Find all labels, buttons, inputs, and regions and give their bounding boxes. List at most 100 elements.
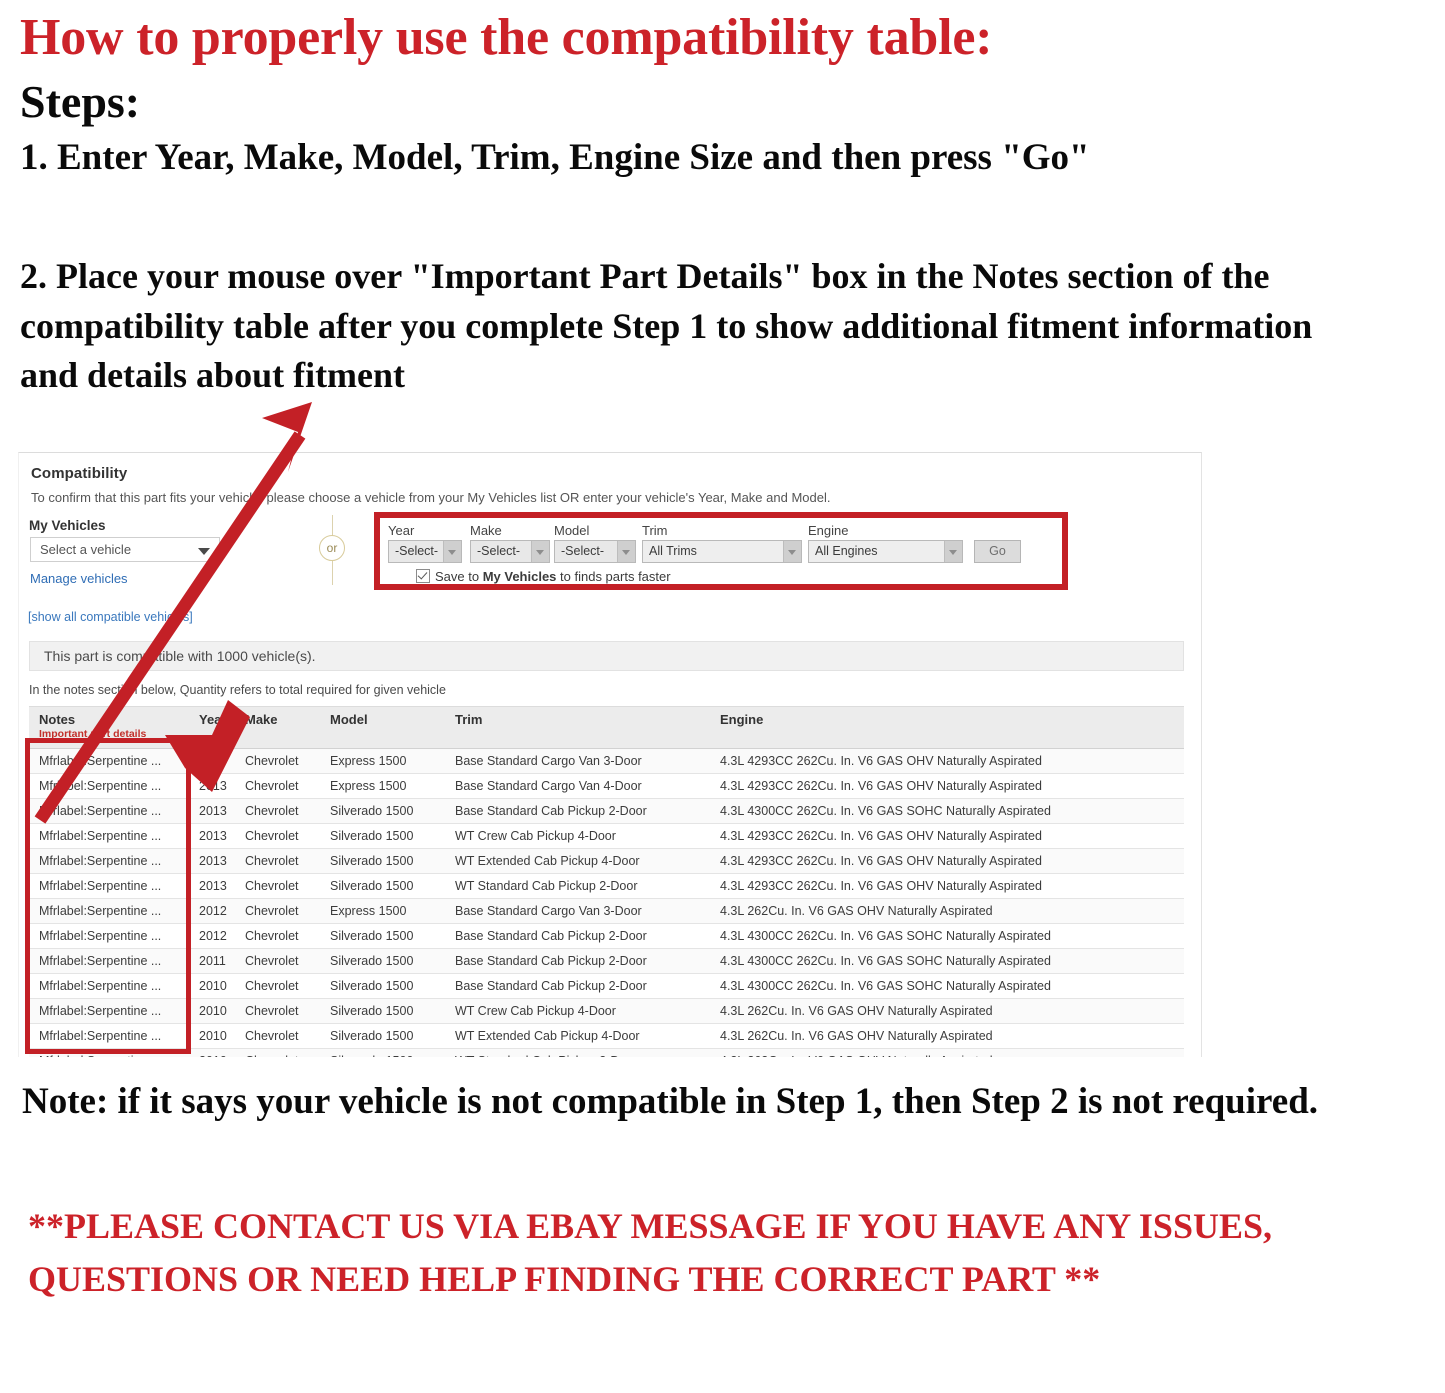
compatibility-table: Notes Important part details Year Make M… xyxy=(29,706,1184,1057)
table-row[interactable]: Mfrlabel:Serpentine ... 2012 Chevrolet Expr… xyxy=(29,898,1184,924)
cell-model: Silverado 1500 xyxy=(320,848,445,874)
quantity-note: In the notes section below, Quantity ref… xyxy=(29,683,446,697)
compatibility-subtext: To confirm that this part fits your vehi… xyxy=(31,490,831,505)
form-highlight-box xyxy=(374,512,1068,590)
cell-engine: 4.3L 4293CC 262Cu. In. V6 GAS OHV Natura… xyxy=(710,823,1184,849)
cell-model: Silverado 1500 xyxy=(320,973,445,999)
notes-column-highlight-box xyxy=(25,738,191,1054)
cell-model: Express 1500 xyxy=(320,773,445,799)
cell-trim: Base Standard Cargo Van 3-Door xyxy=(445,898,710,924)
table-row[interactable]: Mfrlabel:Serpentine ...2010ChevroletSilv… xyxy=(29,1048,1184,1057)
cell-model: Express 1500 xyxy=(320,898,445,924)
cell-engine: 4.3L 4293CC 262Cu. In. V6 GAS OHV Natura… xyxy=(710,748,1184,774)
table-row[interactable]: Mfrlabel:Serpentine ... 2013 Chevrolet Expr… xyxy=(29,748,1184,774)
column-header-engine[interactable]: Engine xyxy=(710,706,1184,749)
cell-trim: Base Standard Cab Pickup 2-Door xyxy=(445,798,710,824)
cell-engine: 4.3L 4293CC 262Cu. In. V6 GAS OHV Natura… xyxy=(710,848,1184,874)
cell-trim: WT Standard Cab Pickup 2-Door xyxy=(445,1048,710,1057)
cell-engine: 4.3L 4300CC 262Cu. In. V6 GAS SOHC Natur… xyxy=(710,923,1184,949)
cell-trim: Base Standard Cab Pickup 2-Door xyxy=(445,948,710,974)
table-row[interactable]: Mfrlabel:Serpentine ... 2013 Chevrolet Expr… xyxy=(29,773,1184,799)
cell-make: Chevrolet xyxy=(235,798,320,824)
cell-make: Chevrolet xyxy=(235,748,320,774)
column-header-model[interactable]: Model xyxy=(320,706,445,749)
table-row[interactable]: Mfrlabel:Serpentine ... 2013 Chevrolet Silv… xyxy=(29,873,1184,899)
cell-make: Chevrolet xyxy=(235,998,320,1024)
cell-trim: WT Extended Cab Pickup 4-Door xyxy=(445,848,710,874)
cell-engine: 4.3L 262Cu. In. V6 GAS OHV Naturally Asp… xyxy=(710,998,1184,1024)
cell-model: Silverado 1500 xyxy=(320,923,445,949)
cell-model: Silverado 1500 xyxy=(320,873,445,899)
contact-note: **PLEASE CONTACT US VIA EBAY MESSAGE IF … xyxy=(28,1206,1273,1300)
cell-year: 2012 xyxy=(189,898,235,924)
cell-model: Silverado 1500 xyxy=(320,798,445,824)
table-row[interactable]: Mfrlabel:Serpentine ... 2011 Chevrolet Silv… xyxy=(29,948,1184,974)
table-row[interactable]: Mfrlabel:Serpentine ...2010ChevroletSilv… xyxy=(29,973,1184,999)
chevron-down-icon xyxy=(198,548,210,555)
cell-make: Chevrolet xyxy=(235,898,320,924)
or-badge: or xyxy=(319,535,345,561)
instructions-header: How to properly use the compatibility ta… xyxy=(20,9,1420,179)
table-row[interactable]: Mfrlabel:Serpentine ...2010ChevroletSilv… xyxy=(29,998,1184,1024)
cell-model: Silverado 1500 xyxy=(320,998,445,1024)
cell-engine: 4.3L 262Cu. In. V6 GAS OHV Naturally Asp… xyxy=(710,1048,1184,1057)
table-row[interactable]: Mfrlabel:Serpentine ... 2013 Chevrolet Silv… xyxy=(29,823,1184,849)
cell-engine: 4.3L 262Cu. In. V6 GAS OHV Naturally Asp… xyxy=(710,1023,1184,1049)
cell-trim: Base Standard Cargo Van 4-Door xyxy=(445,773,710,799)
table-row[interactable]: Mfrlabel:Serpentine ...2010ChevroletSilv… xyxy=(29,1023,1184,1049)
column-header-year[interactable]: Year xyxy=(189,706,235,749)
table-row[interactable]: Mfrlabel:Serpentine ... 2013 Chevrolet Silv… xyxy=(29,798,1184,824)
table-row[interactable]: Mfrlabel:Serpentine ... 2013 Chevrolet Silv… xyxy=(29,848,1184,874)
cell-trim: WT Crew Cab Pickup 4-Door xyxy=(445,823,710,849)
cell-year: 2013 xyxy=(189,798,235,824)
or-label: or xyxy=(326,541,338,555)
cell-year: 2013 xyxy=(189,873,235,899)
cell-make: Chevrolet xyxy=(235,948,320,974)
compatibility-table-body: Mfrlabel:Serpentine ... 2013 Chevrolet Expr… xyxy=(29,748,1184,1057)
or-divider: or xyxy=(316,515,350,585)
cell-trim: WT Crew Cab Pickup 4-Door xyxy=(445,998,710,1024)
cell-year: 2010 xyxy=(189,973,235,999)
cell-engine: 4.3L 262Cu. In. V6 GAS OHV Naturally Asp… xyxy=(710,898,1184,924)
table-row[interactable]: Mfrlabel:Serpentine ... 2012 Chevrolet Silv… xyxy=(29,923,1184,949)
cell-model: Silverado 1500 xyxy=(320,1023,445,1049)
cell-make: Chevrolet xyxy=(235,1048,320,1057)
my-vehicles-select[interactable]: Select a vehicle xyxy=(30,537,220,562)
cell-model: Silverado 1500 xyxy=(320,1048,445,1057)
table-header-row: Notes Important part details Year Make M… xyxy=(29,706,1184,749)
cell-trim: Base Standard Cab Pickup 2-Door xyxy=(445,973,710,999)
compatible-count-bar: This part is compatible with 1000 vehicl… xyxy=(29,641,1184,671)
cell-engine: 4.3L 4293CC 262Cu. In. V6 GAS OHV Natura… xyxy=(710,773,1184,799)
step-two-text: 2. Place your mouse over "Important Part… xyxy=(20,256,1313,396)
cell-trim: WT Extended Cab Pickup 4-Door xyxy=(445,1023,710,1049)
cell-engine: 4.3L 4293CC 262Cu. In. V6 GAS OHV Natura… xyxy=(710,873,1184,899)
compatibility-heading: Compatibility xyxy=(31,465,128,482)
cell-year: 2013 xyxy=(189,848,235,874)
my-vehicles-label: My Vehicles xyxy=(29,518,106,533)
my-vehicles-value: Select a vehicle xyxy=(40,542,132,557)
cell-year: 2013 xyxy=(189,823,235,849)
cell-year: 2010 xyxy=(189,998,235,1024)
steps-label: Steps: xyxy=(20,76,141,128)
step-one-text: 1. Enter Year, Make, Model, Trim, Engine… xyxy=(20,136,1090,178)
manage-vehicles-link[interactable]: Manage vehicles xyxy=(30,571,128,586)
cell-make: Chevrolet xyxy=(235,873,320,899)
cell-make: Chevrolet xyxy=(235,773,320,799)
cell-model: Silverado 1500 xyxy=(320,823,445,849)
cell-year: 2013 xyxy=(189,748,235,774)
cell-engine: 4.3L 4300CC 262Cu. In. V6 GAS SOHC Natur… xyxy=(710,948,1184,974)
footer-note: Note: if it says your vehicle is not com… xyxy=(22,1081,1319,1122)
column-header-trim[interactable]: Trim xyxy=(445,706,710,749)
cell-make: Chevrolet xyxy=(235,973,320,999)
column-header-make[interactable]: Make xyxy=(235,706,320,749)
cell-trim: Base Standard Cargo Van 3-Door xyxy=(445,748,710,774)
cell-make: Chevrolet xyxy=(235,1023,320,1049)
show-all-compatible-vehicles-link[interactable]: [show all compatible vehicles] xyxy=(28,610,193,624)
cell-model: Silverado 1500 xyxy=(320,948,445,974)
page-title: How to properly use the compatibility ta… xyxy=(20,9,993,66)
cell-year: 2010 xyxy=(189,1048,235,1057)
cell-year: 2011 xyxy=(189,948,235,974)
cell-year: 2012 xyxy=(189,923,235,949)
cell-make: Chevrolet xyxy=(235,823,320,849)
cell-engine: 4.3L 4300CC 262Cu. In. V6 GAS SOHC Natur… xyxy=(710,798,1184,824)
